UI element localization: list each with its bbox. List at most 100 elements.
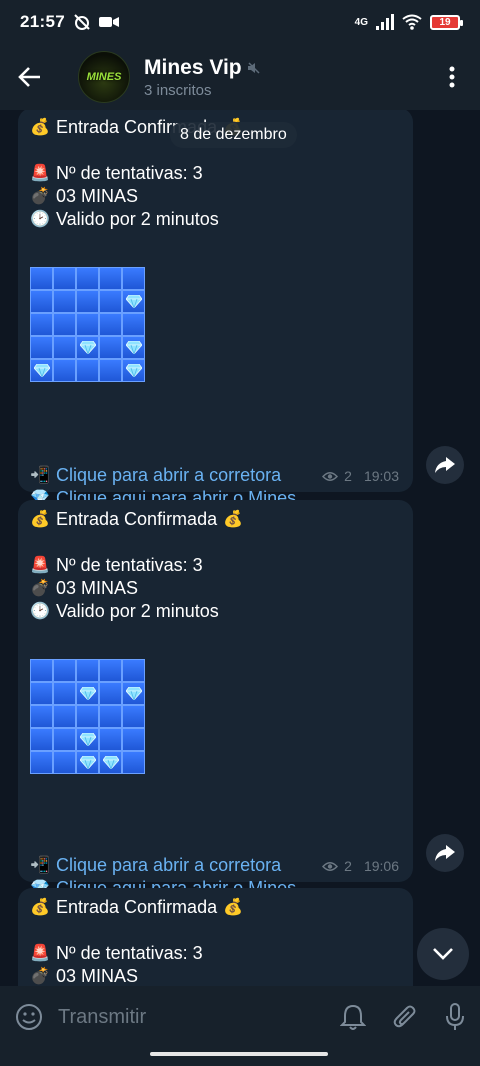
blue-tile bbox=[76, 290, 99, 313]
channel-title: Mines Vip bbox=[144, 55, 242, 79]
share-button[interactable] bbox=[426, 834, 464, 872]
siren-icon: 🚨 bbox=[30, 557, 50, 574]
broker-link[interactable]: Clique para abrir a corretora bbox=[56, 854, 281, 877]
blue-tile bbox=[99, 313, 122, 336]
diamond-icon bbox=[125, 364, 142, 377]
blue-tile bbox=[99, 659, 122, 682]
blue-tile bbox=[30, 728, 53, 751]
valid-text: Valido por 2 minutos bbox=[56, 209, 219, 229]
paperclip-icon[interactable] bbox=[392, 1003, 418, 1031]
bomb-icon: 💣 bbox=[30, 188, 50, 205]
arrow-left-icon bbox=[18, 67, 40, 87]
wifi-icon bbox=[402, 14, 422, 30]
mines-text: 03 MINAS bbox=[56, 186, 139, 206]
blue-tile bbox=[30, 290, 53, 313]
bomb-icon: 💣 bbox=[30, 968, 50, 985]
blue-tile bbox=[53, 751, 76, 774]
diamond-tile bbox=[122, 682, 145, 705]
siren-icon: 🚨 bbox=[30, 165, 50, 182]
more-vertical-icon bbox=[449, 66, 455, 88]
status-time: 21:57 bbox=[20, 12, 65, 31]
back-button[interactable] bbox=[0, 44, 60, 110]
blue-tile bbox=[53, 267, 76, 290]
mines-line: 💣 03 MINAS bbox=[30, 185, 401, 208]
money-bag-icon: 💰 bbox=[30, 899, 50, 916]
blue-tile bbox=[99, 290, 122, 313]
blue-tile bbox=[30, 705, 53, 728]
channel-avatar[interactable]: MINES bbox=[78, 51, 130, 103]
no-alarm-icon bbox=[74, 14, 90, 30]
system-nav-bar bbox=[0, 1048, 480, 1066]
message-bubble[interactable]: 💰 Entrada Confirmada 💰 🚨Nº de tentativas… bbox=[18, 110, 413, 508]
mobile-arrow-icon: 📲 bbox=[30, 857, 50, 874]
home-indicator[interactable] bbox=[150, 1052, 328, 1056]
diamond-icon bbox=[79, 687, 96, 700]
message-title: Entrada Confirmada bbox=[56, 897, 218, 917]
blue-tile bbox=[30, 659, 53, 682]
emoji-icon[interactable] bbox=[14, 1002, 44, 1032]
avatar-logo-text: MINES bbox=[86, 71, 122, 83]
diamond-tile bbox=[76, 682, 99, 705]
blue-tile bbox=[53, 705, 76, 728]
message-bubble[interactable]: 💰 Entrada Confirmada 💰 🚨Nº de tentativas… bbox=[18, 888, 413, 986]
diamond-icon bbox=[79, 341, 96, 354]
bomb-icon: 💣 bbox=[30, 580, 50, 597]
network-type: 4G bbox=[354, 16, 368, 28]
diamond-tile bbox=[76, 336, 99, 359]
message-bubble[interactable]: 💰 Entrada Confirmada 💰 🚨Nº de tentativas… bbox=[18, 500, 413, 898]
bell-icon[interactable] bbox=[340, 1003, 366, 1031]
date-separator: 8 de dezembro bbox=[170, 122, 297, 148]
message-time: 19:06 bbox=[363, 858, 399, 874]
message-meta: 2 19:03 bbox=[322, 468, 399, 484]
blue-tile bbox=[30, 751, 53, 774]
valid-line: 🕑 Valido por 2 minutos bbox=[30, 600, 401, 623]
diamond-tile bbox=[122, 290, 145, 313]
blue-tile bbox=[122, 659, 145, 682]
chevron-down-icon bbox=[433, 948, 453, 960]
blue-tile bbox=[53, 659, 76, 682]
siren-icon: 🚨 bbox=[30, 945, 50, 962]
attempts-line: 🚨 Nº de tentativas: 3 bbox=[30, 942, 401, 965]
mines-text: 03 MINAS bbox=[56, 966, 139, 986]
diamond-icon bbox=[102, 756, 119, 769]
share-button[interactable] bbox=[426, 446, 464, 484]
mines-line: 💣 03 MINAS bbox=[30, 577, 401, 600]
battery-indicator: 19 bbox=[430, 14, 463, 30]
broadcast-input[interactable]: Transmitir bbox=[58, 1006, 146, 1029]
diamond-icon bbox=[125, 341, 142, 354]
diamond-tile bbox=[122, 359, 145, 382]
diamond-tile bbox=[122, 336, 145, 359]
attempts-text: Nº de tentativas: 3 bbox=[56, 555, 203, 575]
diamond-tile bbox=[99, 751, 122, 774]
more-menu-button[interactable] bbox=[424, 44, 480, 110]
message-list[interactable]: 💰 Entrada Confirmada 💰 🚨 Nº de tentativas… bbox=[0, 110, 480, 986]
broadcast-input-bar: Transmitir bbox=[0, 986, 480, 1048]
blue-tile bbox=[122, 705, 145, 728]
message-title-line: 💰 Entrada Confirmada 💰 bbox=[30, 896, 401, 919]
blue-tile bbox=[53, 313, 76, 336]
blue-tile bbox=[76, 359, 99, 382]
microphone-icon[interactable] bbox=[444, 1002, 466, 1032]
valid-line: 🕑 Valido por 2 minutos bbox=[30, 208, 401, 231]
broker-link[interactable]: Clique para abrir a corretora bbox=[56, 464, 281, 487]
status-bar: 21:57 4G 19 bbox=[0, 0, 480, 44]
blue-tile bbox=[76, 659, 99, 682]
subscriber-count: 3 inscritos bbox=[144, 81, 212, 99]
view-count: 2 bbox=[344, 858, 352, 874]
blue-tile bbox=[30, 336, 53, 359]
channel-info[interactable]: Mines Vip 3 inscritos bbox=[144, 56, 260, 99]
money-bag-icon: 💰 bbox=[30, 119, 50, 136]
message-time: 19:03 bbox=[363, 468, 399, 484]
money-bag-icon: 💰 bbox=[223, 899, 244, 916]
diamond-icon bbox=[79, 756, 96, 769]
blue-tile bbox=[99, 359, 122, 382]
diamond-tile bbox=[76, 751, 99, 774]
blue-tile bbox=[30, 682, 53, 705]
attempts-line: 🚨 Nº de tentativas: 3 bbox=[30, 162, 401, 185]
share-icon bbox=[435, 845, 455, 861]
blue-tile bbox=[76, 267, 99, 290]
scroll-down-button[interactable] bbox=[417, 928, 469, 980]
clock-icon: 🕑 bbox=[30, 211, 50, 228]
diamond-icon bbox=[79, 733, 96, 746]
blue-tile bbox=[53, 359, 76, 382]
